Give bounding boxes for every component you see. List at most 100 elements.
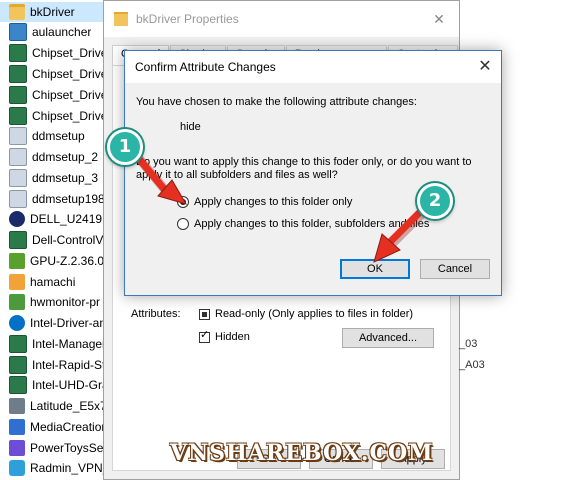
media-icon: [9, 419, 25, 435]
side-text-1: _03: [459, 338, 478, 350]
file-name: Intel-Manager: [32, 337, 107, 351]
driver-icon: [9, 231, 27, 249]
file-name: hwmonitor-pr: [30, 295, 101, 309]
list-item[interactable]: Chipset_Driver: [0, 43, 110, 63]
latitude-icon: [9, 398, 25, 414]
list-item[interactable]: Intel-Driver-an: [0, 313, 110, 333]
driver-icon: [9, 107, 27, 125]
file-name: Dell-ControlVa: [32, 233, 110, 247]
hidden-label: Hidden: [215, 331, 250, 343]
driver-icon: [9, 356, 27, 374]
dialog-change: hide: [180, 121, 201, 133]
dell-icon: [9, 211, 25, 227]
list-item[interactable]: Chipset_Driver: [0, 85, 110, 105]
list-item[interactable]: hwmonitor-pr: [0, 292, 110, 312]
readonly-checkbox[interactable]: Read-only (Only applies to files in fold…: [199, 308, 413, 320]
step-1-marker: 1: [107, 129, 143, 165]
dialog-ok-button[interactable]: OK: [340, 259, 410, 279]
file-name: Intel-Rapid-Sto: [32, 358, 110, 372]
list-item[interactable]: ddmsetup_2: [0, 147, 110, 167]
dialog-message: You have chosen to make the following at…: [136, 96, 417, 108]
list-item[interactable]: Intel-Manager: [0, 334, 110, 354]
list-item[interactable]: aulauncher: [0, 22, 110, 42]
dialog-question-line1: Do you want to apply this change to this…: [136, 156, 472, 168]
file-name: hamachi: [30, 275, 76, 289]
file-list: bkDriver aulauncher Chipset_Driver Chips…: [0, 0, 110, 480]
advanced-button[interactable]: Advanced...: [342, 328, 434, 348]
driver-icon: [9, 86, 27, 104]
file-name: Latitude_E5x70: [30, 399, 110, 413]
list-item[interactable]: Intel-UHD-Gra: [0, 375, 110, 395]
gpu-icon: [9, 253, 25, 269]
radmin-icon: [9, 460, 25, 476]
file-name: PowerToysSetu: [30, 441, 110, 455]
file-name: MediaCreation: [30, 420, 109, 434]
app-icon: [9, 23, 27, 41]
close-icon[interactable]: ✕: [431, 11, 447, 27]
checkbox-indeterminate-icon: [199, 308, 210, 320]
driver-icon: [9, 376, 27, 394]
list-item[interactable]: bkDriver: [0, 2, 110, 22]
close-icon[interactable]: ✕: [469, 51, 501, 83]
dialog-titlebar[interactable]: Confirm Attribute Changes ✕: [125, 51, 501, 83]
hamachi-icon: [9, 274, 25, 290]
list-item[interactable]: ddmsetup_3: [0, 168, 110, 188]
file-name: Intel-Driver-an: [30, 316, 107, 330]
properties-titlebar[interactable]: bkDriver Properties ✕: [104, 1, 459, 37]
file-name: GPU-Z.2.36.0: [30, 254, 105, 268]
setup-icon: [9, 148, 27, 166]
radio-folder-only[interactable]: Apply changes to this folder only: [177, 196, 352, 208]
radio-all[interactable]: Apply changes to this folder, subfolders…: [177, 218, 429, 230]
radio-folder-only-label: Apply changes to this folder only: [194, 196, 353, 208]
radio-all-label: Apply changes to this folder, subfolders…: [194, 218, 430, 230]
file-name: ddmsetup_3: [32, 171, 99, 185]
hwmonitor-icon: [9, 294, 25, 310]
list-item[interactable]: Latitude_E5x70: [0, 396, 110, 416]
intel-icon: [9, 315, 25, 331]
file-name: ddmsetup1986: [32, 192, 110, 206]
file-name: ddmsetup_2: [32, 150, 99, 164]
file-name: aulauncher: [32, 25, 92, 39]
readonly-label: Read-only (Only applies to files in fold…: [215, 308, 414, 320]
setup-icon: [9, 127, 27, 145]
file-name: ddmsetup: [32, 129, 85, 143]
dialog-title: Confirm Attribute Changes: [135, 60, 276, 74]
driver-icon: [9, 65, 27, 83]
folder-icon: [9, 4, 25, 20]
list-item[interactable]: Chipset_Driver: [0, 64, 110, 84]
setup-icon: [9, 169, 27, 187]
list-item[interactable]: MediaCreation: [0, 417, 110, 437]
confirm-dialog: Confirm Attribute Changes ✕ You have cho…: [124, 50, 502, 296]
properties-title: bkDriver Properties: [136, 12, 239, 26]
dialog-cancel-button[interactable]: Cancel: [420, 259, 490, 279]
setup-icon: [9, 190, 27, 208]
driver-icon: [9, 335, 27, 353]
dialog-question-line2: apply it to all subfolders and files as …: [136, 169, 338, 181]
file-name: Chipset_Driver: [32, 67, 110, 81]
radio-unselected-icon: [177, 218, 189, 230]
list-item[interactable]: Intel-Rapid-Sto: [0, 355, 110, 375]
file-name: bkDriver: [30, 5, 75, 19]
list-item[interactable]: hamachi: [0, 272, 110, 292]
list-item[interactable]: Chipset_Driver: [0, 106, 110, 126]
attributes-label: Attributes:: [131, 308, 181, 320]
list-item[interactable]: ddmsetup: [0, 126, 110, 146]
radio-selected-icon: [177, 196, 189, 208]
list-item[interactable]: PowerToysSetu: [0, 438, 110, 458]
folder-icon: [114, 12, 128, 26]
hidden-checkbox[interactable]: Hidden: [199, 330, 250, 343]
checkbox-checked-icon: [199, 330, 210, 343]
powertoys-icon: [9, 440, 25, 456]
side-text-2: _A03: [459, 359, 485, 371]
file-name: Chipset_Driver: [32, 46, 110, 60]
list-item[interactable]: DELL_U2419H-: [0, 209, 110, 229]
file-name: Chipset_Driver: [32, 109, 110, 123]
list-item[interactable]: ddmsetup1986: [0, 189, 110, 209]
list-item[interactable]: Dell-ControlVa: [0, 230, 110, 250]
watermark: VNSHAREBOX.COM: [170, 440, 434, 466]
step-2-marker: 2: [417, 183, 453, 219]
list-item[interactable]: Radmin_VPN_: [0, 458, 110, 478]
file-name: Chipset_Driver: [32, 88, 110, 102]
list-item[interactable]: GPU-Z.2.36.0: [0, 251, 110, 271]
file-name: DELL_U2419H-: [30, 212, 110, 226]
